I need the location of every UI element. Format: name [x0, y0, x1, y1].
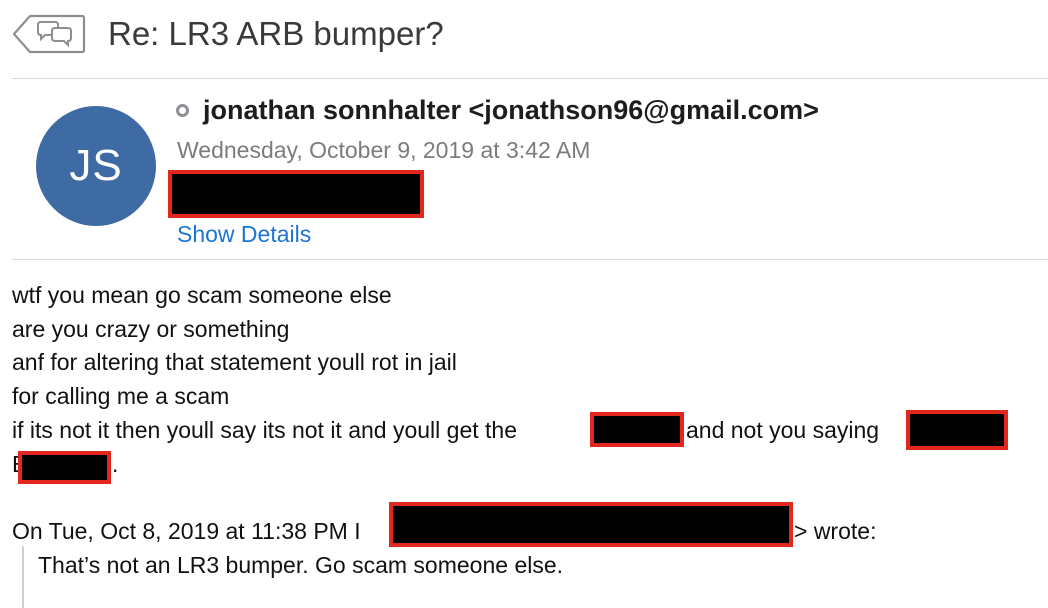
- avatar: JS: [36, 106, 156, 226]
- back-conversation-icon[interactable]: [12, 14, 86, 54]
- redacted-sender: [389, 502, 793, 547]
- status-circle-icon: [176, 103, 189, 117]
- quote-attribution-suffix: > wrote:: [794, 518, 877, 544]
- header-divider: [12, 78, 1048, 79]
- redacted-text: [590, 412, 684, 447]
- redacted-text: [18, 451, 111, 484]
- message-header: Re: LR3 ARB bumper?: [0, 0, 1048, 78]
- sender-row: jonathan sonnhalter <jonathson96@gmail.c…: [176, 92, 819, 128]
- quote-bar: [22, 546, 24, 608]
- quote-attribution-lead: I: [354, 518, 361, 544]
- sender-name-email[interactable]: jonathan sonnhalter <jonathson96@gmail.c…: [203, 95, 819, 126]
- quoted-text: That’s not an LR3 bumper. Go scam someon…: [38, 552, 564, 578]
- redacted-text: [906, 410, 1008, 450]
- body-line-5a: if its not it then youll say its not it …: [12, 417, 518, 443]
- body-line-5b: and not you saying: [686, 417, 880, 443]
- body-line-6-tail: .: [112, 451, 119, 477]
- show-details-link[interactable]: Show Details: [177, 218, 311, 250]
- body-line: for calling me a scam: [12, 383, 230, 409]
- quote-attribution: On Tue, Oct 8, 2019 at 11:38 PM I: [12, 514, 361, 548]
- message-subject: Re: LR3 ARB bumper?: [108, 15, 444, 52]
- body-line: anf for altering that statement youll ro…: [12, 349, 457, 375]
- quote-attribution-prefix: On Tue, Oct 8, 2019 at 11:38 PM: [12, 518, 348, 544]
- body-line: wtf you mean go scam someone else: [12, 282, 392, 308]
- message-date: Wednesday, October 9, 2019 at 3:42 AM: [177, 137, 591, 163]
- body-divider: [12, 259, 1048, 260]
- body-line: are you crazy or something: [12, 316, 290, 342]
- redacted-recipient: [168, 170, 424, 218]
